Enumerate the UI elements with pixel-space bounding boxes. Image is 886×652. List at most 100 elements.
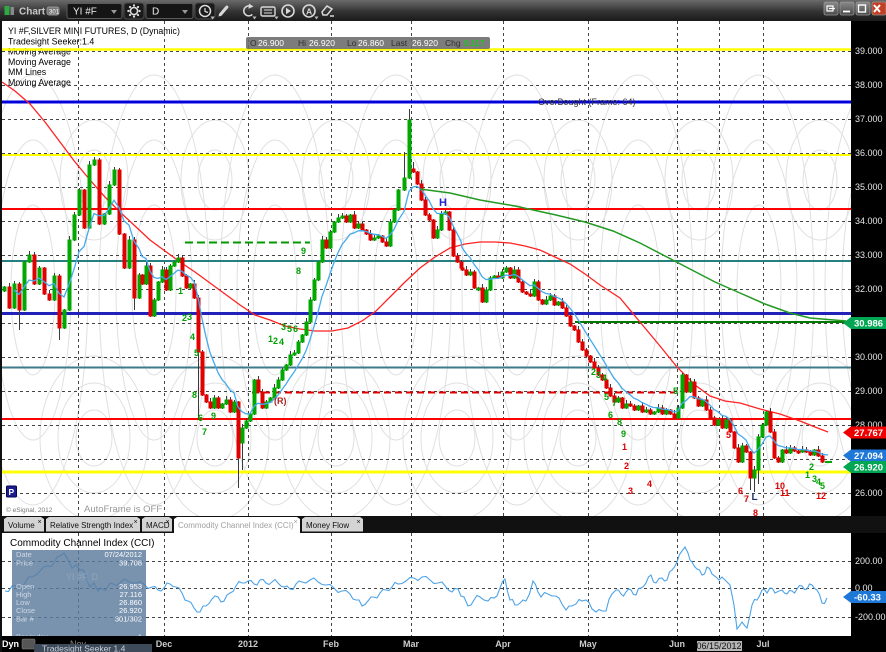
svg-text:7: 7	[744, 494, 749, 504]
svg-text:2: 2	[624, 461, 629, 471]
svg-text:5: 5	[604, 392, 609, 402]
svg-text:1: 1	[622, 442, 627, 452]
svg-text:1: 1	[805, 470, 810, 480]
svg-text:4: 4	[647, 479, 652, 489]
svg-text:7: 7	[612, 398, 617, 408]
svg-text:26.920: 26.920	[854, 463, 883, 474]
svg-text:8: 8	[192, 390, 197, 400]
svg-text:39.000: 39.000	[855, 46, 883, 56]
svg-text:Relative Strength Index: Relative Strength Index	[50, 521, 133, 530]
svg-text:37.000: 37.000	[855, 114, 883, 124]
svg-text:26.000: 26.000	[855, 488, 883, 498]
svg-text:34.000: 34.000	[855, 216, 883, 226]
svg-text:Lo: Lo	[347, 38, 357, 48]
svg-text:30.000: 30.000	[855, 352, 883, 362]
svg-text:O: O	[250, 38, 257, 48]
svg-text:L: L	[752, 492, 758, 503]
svg-text:-200.00: -200.00	[855, 612, 886, 622]
svg-text:×: ×	[38, 519, 42, 526]
svg-text:Jul: Jul	[756, 639, 769, 649]
svg-text:4: 4	[190, 332, 195, 342]
svg-text:Mar: Mar	[403, 639, 420, 649]
svg-text:0.117: 0.117	[464, 38, 485, 48]
svg-text:6: 6	[293, 324, 298, 334]
svg-text:P: P	[9, 487, 15, 497]
svg-text:YI #F,SILVER MINI FUTURES, D (: YI #F,SILVER MINI FUTURES, D (Dynamic)	[8, 26, 180, 36]
svg-text:200.00: 200.00	[855, 556, 883, 566]
svg-text:35.000: 35.000	[855, 182, 883, 192]
svg-text:7: 7	[202, 427, 207, 437]
svg-text:5: 5	[194, 348, 199, 358]
svg-text:5: 5	[287, 324, 292, 334]
svg-text:×: ×	[294, 519, 298, 526]
svg-text:H: H	[439, 197, 447, 209]
svg-text:-60.33: -60.33	[854, 593, 881, 604]
svg-text:Volume: Volume	[8, 521, 35, 530]
svg-text:Jun: Jun	[669, 639, 685, 649]
svg-text:26.860: 26.860	[358, 38, 384, 48]
svg-text:3: 3	[187, 312, 192, 322]
svg-text:11: 11	[780, 488, 790, 498]
svg-text:Dyn: Dyn	[2, 639, 19, 649]
svg-text:MM Lines: MM Lines	[8, 67, 47, 77]
svg-text:© eSignal, 2012: © eSignal, 2012	[6, 506, 53, 514]
svg-text:Price: Price	[16, 559, 33, 568]
svg-text:×: ×	[357, 519, 361, 526]
svg-text:2: 2	[273, 336, 278, 346]
svg-text:4: 4	[602, 373, 607, 383]
svg-text:38.000: 38.000	[855, 80, 883, 90]
svg-text:27.094: 27.094	[854, 451, 884, 462]
svg-text:Commodity Channel Index (CCI): Commodity Channel Index (CCI)	[10, 538, 155, 549]
svg-text:29.000: 29.000	[855, 386, 883, 396]
svg-text:301: 301	[49, 10, 60, 16]
svg-text:May: May	[579, 639, 597, 649]
svg-text:Tradesight Seeker 1.4: Tradesight Seeker 1.4	[42, 644, 126, 652]
svg-text:6: 6	[198, 413, 203, 423]
svg-text:32.000: 32.000	[855, 284, 883, 294]
svg-text:Last: Last	[391, 38, 408, 48]
svg-text:301/302: 301/302	[115, 615, 142, 624]
svg-text:8: 8	[617, 417, 622, 427]
svg-text:YI #F, D: YI #F, D	[66, 572, 99, 582]
svg-text:D: D	[152, 7, 159, 18]
svg-text:Feb: Feb	[323, 639, 340, 649]
svg-text:×: ×	[134, 519, 138, 526]
svg-text:Dec: Dec	[156, 639, 173, 649]
svg-text:5: 5	[673, 386, 678, 396]
svg-text:06/15/2012: 06/15/2012	[696, 641, 741, 651]
svg-text:12: 12	[816, 491, 826, 501]
svg-text:Chart: Chart	[19, 7, 46, 18]
svg-text:3: 3	[628, 486, 633, 496]
svg-text:1: 1	[178, 286, 183, 296]
svg-text:Hi: Hi	[298, 38, 306, 48]
svg-text:(R): (R)	[274, 396, 287, 406]
svg-text:26.920: 26.920	[309, 38, 335, 48]
svg-text:4: 4	[279, 337, 284, 347]
svg-text:8: 8	[296, 266, 301, 276]
svg-text:Money Flow: Money Flow	[306, 521, 349, 530]
svg-text:3: 3	[281, 322, 286, 332]
svg-text:9: 9	[211, 411, 216, 421]
svg-text:Commodity Channel Index (CCI): Commodity Channel Index (CCI)	[178, 521, 294, 530]
svg-text:3: 3	[596, 370, 601, 380]
svg-text:Apr: Apr	[495, 639, 511, 649]
svg-text:OverBought (Frame: 64): OverBought (Frame: 64)	[538, 97, 636, 107]
svg-text:2012: 2012	[238, 639, 258, 649]
svg-text:26.920: 26.920	[412, 38, 438, 48]
svg-text:Tradesight Seeker:1.4: Tradesight Seeker:1.4	[8, 37, 94, 47]
svg-text:6: 6	[738, 486, 743, 496]
svg-text:Moving Average: Moving Average	[8, 57, 71, 67]
svg-text:A: A	[306, 7, 312, 17]
svg-text:Chg: Chg	[445, 38, 461, 48]
svg-text:5: 5	[820, 481, 825, 491]
svg-text:36.000: 36.000	[855, 148, 883, 158]
svg-text:27.767: 27.767	[854, 428, 883, 439]
svg-text:6: 6	[608, 410, 613, 420]
svg-text:30.986: 30.986	[854, 319, 883, 330]
svg-text:26.900: 26.900	[258, 38, 284, 48]
svg-text:9: 9	[621, 429, 626, 439]
svg-text:Bar #: Bar #	[16, 615, 35, 624]
svg-text:5: 5	[726, 430, 731, 440]
svg-text:×: ×	[166, 519, 170, 526]
svg-text:33.000: 33.000	[855, 250, 883, 260]
